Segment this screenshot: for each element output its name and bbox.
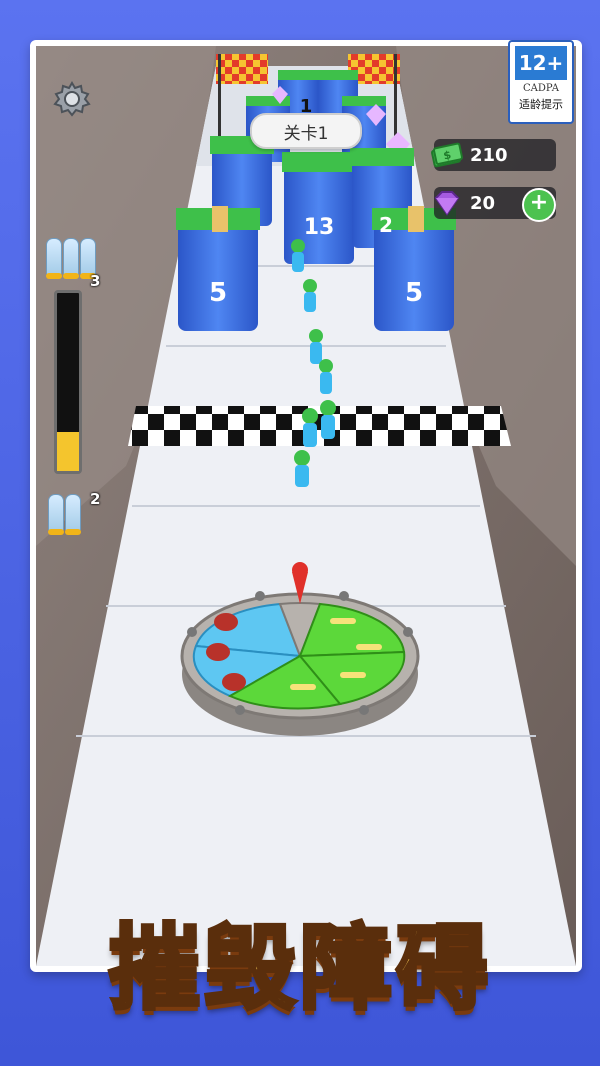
gear-icon — [53, 81, 91, 117]
crowd-progress-bar — [48, 272, 86, 474]
gem-amount: 20 — [470, 192, 496, 214]
settings-button[interactable] — [50, 78, 94, 122]
cash-icon: $ — [431, 142, 463, 168]
progress-fill — [57, 431, 79, 471]
age-rating-org: CADPA — [523, 83, 559, 94]
tower-label-center: 13 — [304, 215, 335, 240]
tower-label-near-left: 5 — [209, 278, 227, 308]
cash-amount: 210 — [470, 144, 508, 166]
tower-label-near-right: 5 — [405, 278, 423, 308]
finish-line — [128, 406, 511, 446]
gem-counter: 20 + — [434, 187, 556, 222]
promo-title: 摧毁障碍 — [106, 913, 492, 1024]
cash-counter: $ 210 — [431, 139, 556, 171]
crowd-top-icon — [46, 238, 97, 279]
crowd-bottom-count: 2 — [90, 490, 101, 508]
tower-label-mid-right: 2 — [379, 213, 393, 237]
crowd-bottom-icon — [48, 494, 82, 535]
game-viewport[interactable]: 0 — [30, 40, 582, 972]
age-rating-tip: 适龄提示 — [519, 98, 563, 111]
crowd-top-count: 3 — [90, 272, 101, 290]
progress-track — [54, 290, 82, 474]
add-gems-button[interactable]: + — [522, 188, 556, 222]
game-scene: 0 — [36, 46, 576, 966]
top-flag-left — [216, 54, 268, 84]
level-label: 关卡1 — [283, 123, 329, 144]
age-rating-badge: 12+ CADPA 适龄提示 — [508, 40, 574, 124]
age-rating-value: 12+ — [515, 46, 567, 80]
level-indicator: 关卡1 — [250, 113, 362, 149]
gem-icon — [434, 191, 460, 216]
near-tower-left — [176, 206, 260, 331]
